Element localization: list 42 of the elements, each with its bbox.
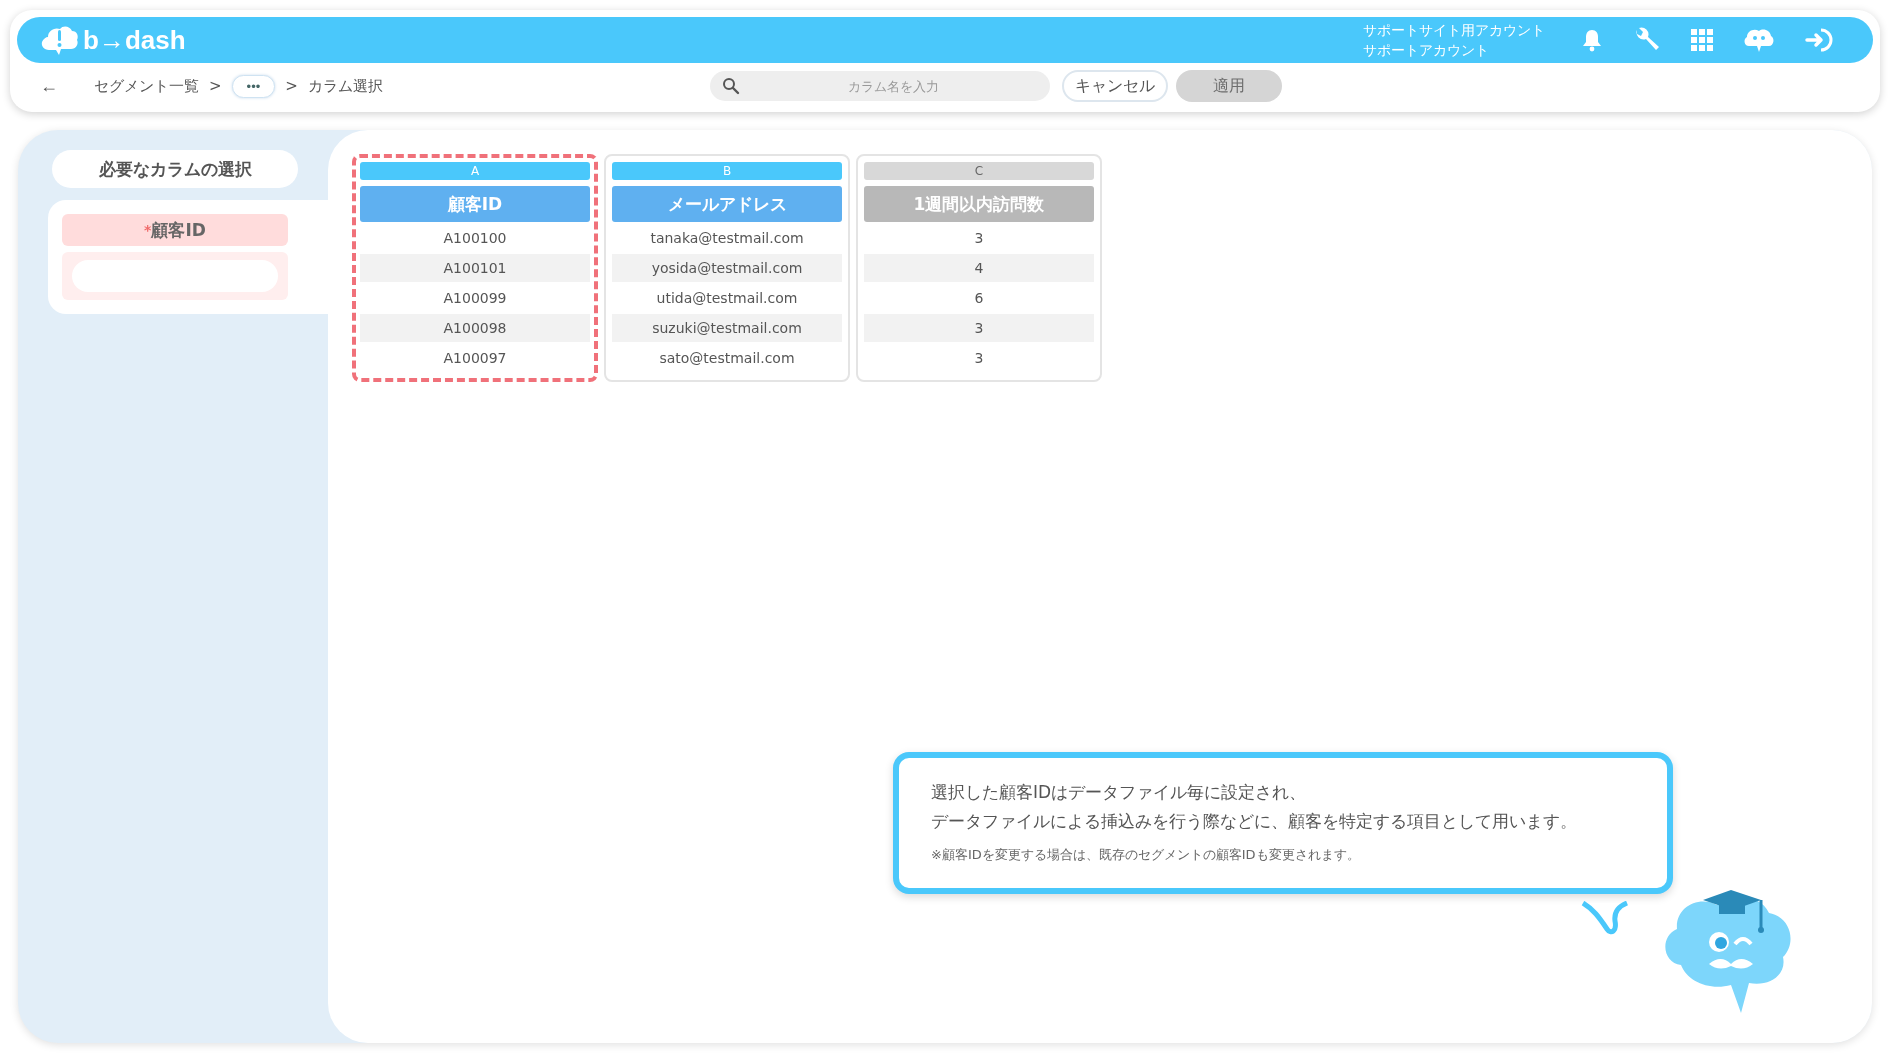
back-button[interactable]: ←: [40, 75, 70, 97]
breadcrumb-separator: >: [285, 77, 298, 95]
table-cell-text: 3: [973, 229, 985, 248]
table-cell-text: A100100: [442, 229, 508, 248]
table-cell: A100101: [360, 254, 590, 282]
cancel-button[interactable]: キャンセル: [1062, 70, 1168, 102]
column-card[interactable]: B メールアドレス tanaka@testmail.com yosida@testmail.com utida@testmail.com suzuki@testmail.com sato@testmail.com: [604, 154, 850, 382]
column-letter: C: [864, 162, 1094, 180]
table-cell: 3: [864, 314, 1094, 342]
column-letter: B: [612, 162, 842, 180]
column-letter: A: [360, 162, 590, 180]
breadcrumb-link[interactable]: セグメント一覧: [94, 76, 199, 96]
column-header: メールアドレス: [612, 186, 842, 222]
table-cell: 4: [864, 254, 1094, 282]
table-cell-text: 6: [973, 289, 985, 308]
table-cell-text: A100099: [442, 289, 508, 308]
search-icon: [722, 77, 740, 95]
grid-icon[interactable]: [1691, 29, 1713, 51]
sidebar-title: 必要なカラムの選択: [52, 150, 298, 188]
logo-text: b→dash: [83, 24, 186, 56]
search-field[interactable]: カラム名を入力: [710, 71, 1050, 101]
account-name: サポートアカウント: [1363, 41, 1490, 60]
more-button[interactable]: •••: [231, 74, 276, 98]
help-note: ※顧客IDを変更する場合は、既存のセグメントの顧客IDも変更されます。: [931, 846, 1361, 864]
account-site: サポートサイト用アカウント: [1363, 21, 1545, 40]
table-cell-text: utida@testmail.com: [655, 289, 799, 308]
bubble-tail: [1581, 901, 1631, 935]
column-header: 顧客ID: [360, 186, 590, 222]
table-cell-text: tanaka@testmail.com: [649, 229, 805, 248]
table-cell: suzuki@testmail.com: [612, 314, 842, 342]
column-card[interactable]: A 顧客ID A100100 A100101 A100099 A100098 A100097: [352, 154, 598, 382]
breadcrumb-current: カラム選択: [307, 76, 383, 96]
bell-icon[interactable]: [1581, 28, 1603, 52]
wrench-icon[interactable]: [1633, 27, 1661, 53]
table-cell-text: 3: [973, 349, 985, 368]
help-text: 選択した顧客IDはデータファイル毎に設定され、 データファイルによる挿込みを行う際などに、顧客を特定する項目として用います。: [931, 781, 1578, 833]
column-header: 1週間以内訪問数: [864, 186, 1094, 222]
breadcrumb-separator: >: [209, 77, 222, 95]
table-cell-text: sato@testmail.com: [658, 349, 796, 368]
table-cell: A100098: [360, 314, 590, 342]
table-cell-text: A100097: [442, 349, 508, 368]
table-cell: yosida@testmail.com: [612, 254, 842, 282]
